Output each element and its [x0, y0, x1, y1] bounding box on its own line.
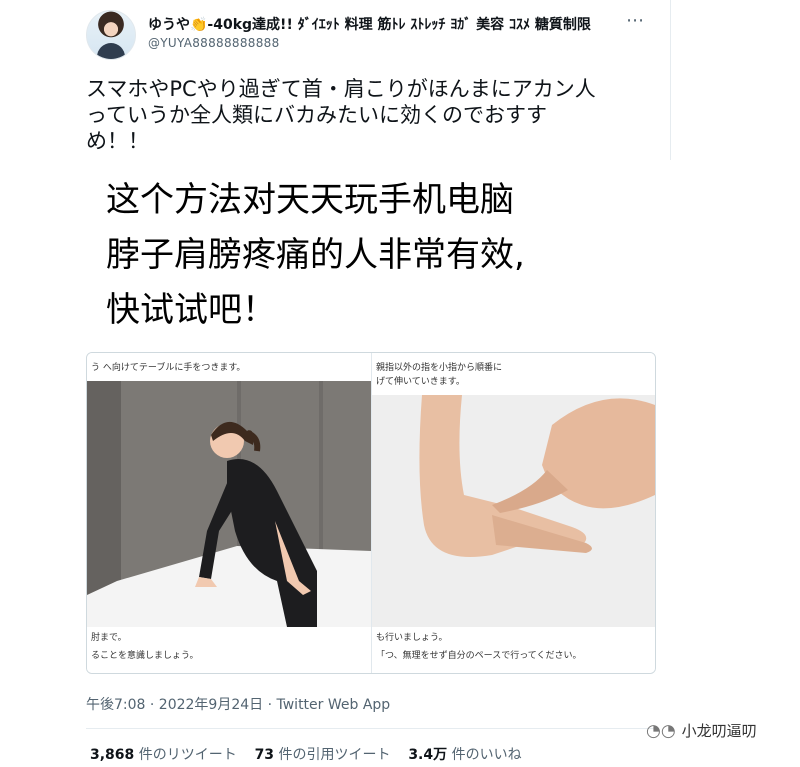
instruction-text: 肘まで。	[91, 633, 127, 643]
user-handle[interactable]: @YUYA88888888888	[148, 36, 280, 50]
media-image-right[interactable]: 親指以外の指を小指から順番に げて伸いていきます。 も行いましょう。 「つ、無理…	[372, 353, 655, 673]
retweets-label: 件のリツイート	[134, 747, 237, 763]
tweet-text: スマホやPCやり過ぎて首・肩こりがほんまにアカン人 っていうか全人類にバカみたい…	[86, 76, 666, 154]
caption-line: 这个方法对天天玩手机电脑	[106, 180, 514, 220]
instruction-text: ることを意識しましょう。	[91, 651, 199, 661]
likes-count: 3.4万	[408, 747, 448, 763]
tweet-timestamp[interactable]: 午後7:08 · 2022年9月24日 · Twitter Web App	[86, 694, 390, 714]
tweet-line: スマホやPCやり過ぎて首・肩こりがほんまにアカン人	[86, 77, 596, 101]
wechat-icon: ◔◔	[646, 721, 676, 741]
stretch-photo-hands	[372, 395, 655, 627]
instruction-text: も行いましょう。	[376, 633, 448, 643]
instruction-text: う へ向けてテーブルに手をつきます。	[91, 363, 246, 373]
watermark-text: 小龙叨逼叨	[681, 722, 757, 740]
avatar[interactable]	[86, 10, 136, 60]
tweet-line: っていうか全人類にバカみたいに効くのでおすす	[86, 103, 547, 127]
watermark: ◔◔ 小龙叨逼叨	[646, 720, 757, 741]
stretch-photo-woman	[87, 381, 371, 627]
more-options-icon[interactable]: ⋯	[626, 10, 645, 31]
instruction-text: 親指以外の指を小指から順番に	[376, 363, 503, 373]
tweet-line: め！！	[86, 129, 149, 153]
retweets-stat[interactable]: 3,868 件のリツイート	[90, 747, 237, 763]
caption-line: 快试试吧！	[106, 290, 276, 330]
divider	[670, 0, 671, 160]
engagement-stats: 3,868 件のリツイート 73 件の引用ツイート 3.4万 件のいいね	[90, 744, 522, 764]
tweet-media[interactable]: う へ向けてテーブルに手をつきます。 肘まで。 ることを意識しましょう。 親指以…	[86, 352, 656, 674]
divider	[86, 728, 654, 729]
display-name[interactable]: ゆうや👏-40kg達成!! ﾀﾞｲｴｯﾄ 料理 筋ﾄﾚ ｽﾄﾚｯﾁ ﾖｶﾞ 美容…	[148, 14, 591, 34]
caption-line: 脖子肩膀疼痛的人非常有效,	[106, 235, 525, 275]
quotes-label: 件の引用ツイート	[274, 747, 391, 763]
instruction-text: 「つ、無理をせず自分のペースで行ってください。	[376, 651, 582, 661]
likes-label: 件のいいね	[447, 747, 522, 763]
quotes-count: 73	[254, 747, 275, 763]
likes-stat[interactable]: 3.4万 件のいいね	[408, 747, 521, 763]
overlay-caption: 这个方法对天天玩手机电脑 脖子肩膀疼痛的人非常有效, 快试试吧！	[106, 173, 686, 338]
quotes-stat[interactable]: 73 件の引用ツイート	[255, 747, 391, 763]
instruction-text: げて伸いていきます。	[376, 377, 465, 387]
retweets-count: 3,868	[90, 747, 135, 763]
media-image-left[interactable]: う へ向けてテーブルに手をつきます。 肘まで。 ることを意識しましょう。	[87, 353, 372, 673]
